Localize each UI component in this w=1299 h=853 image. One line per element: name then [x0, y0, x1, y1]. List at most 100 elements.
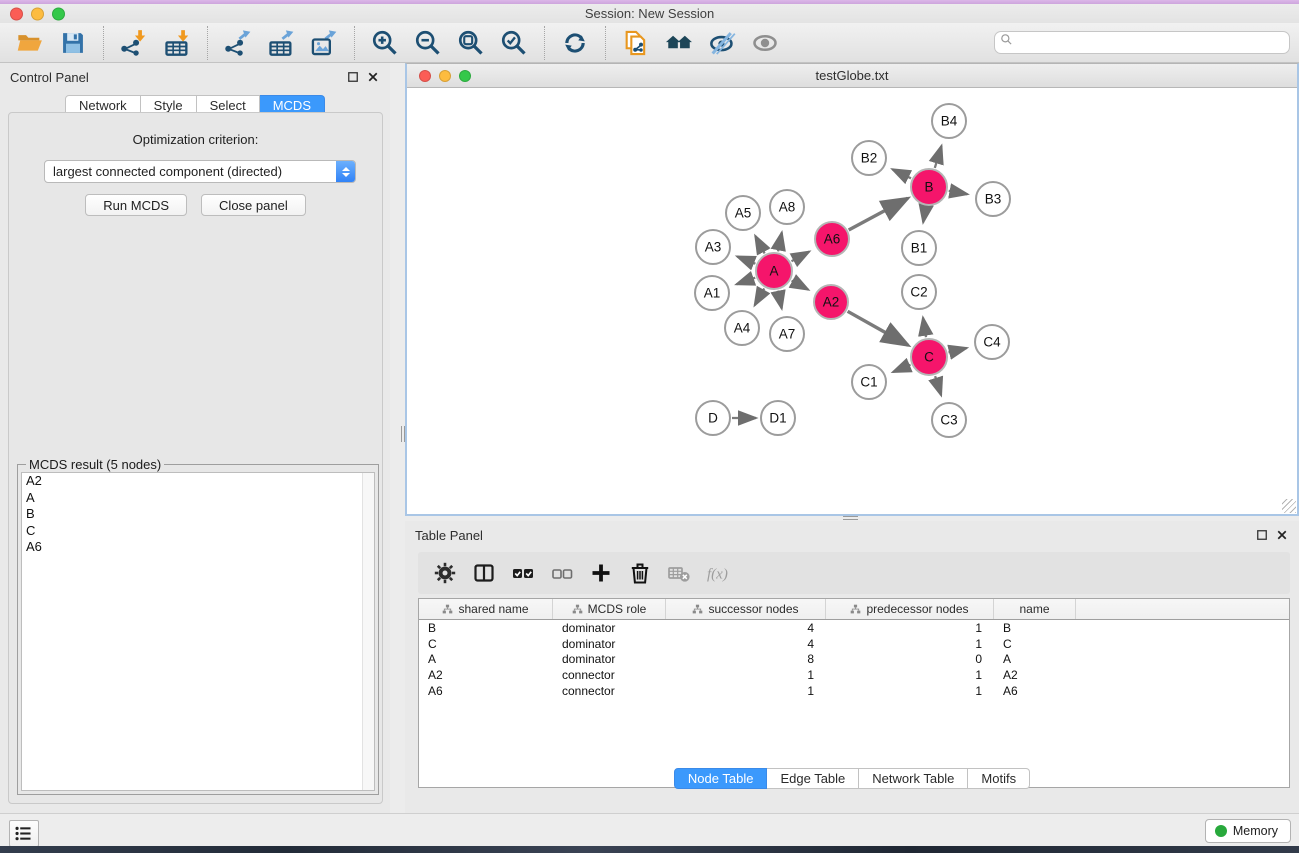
open-folder-button[interactable]: [15, 28, 45, 58]
network-window-titlebar[interactable]: testGlobe.txt: [407, 64, 1297, 88]
export-network-button[interactable]: [223, 28, 253, 58]
graph-edge-A-A1: [737, 278, 756, 285]
result-list-item[interactable]: A6: [22, 539, 374, 556]
resize-grip-icon[interactable]: [1282, 499, 1296, 513]
gear-button[interactable]: [433, 560, 459, 586]
refresh-button[interactable]: [560, 28, 590, 58]
graph-node-B2[interactable]: B2: [852, 141, 886, 175]
table-panel: Table Panel f(x) shared nameMCDS rolesuc…: [405, 521, 1299, 813]
criterion-dropdown[interactable]: largest connected component (directed): [44, 160, 356, 183]
tab-edge-table[interactable]: Edge Table: [767, 768, 859, 789]
memory-button[interactable]: Memory: [1205, 819, 1291, 843]
float-panel-icon[interactable]: [1256, 529, 1269, 542]
mcds-result-title: MCDS result (5 nodes): [26, 457, 164, 472]
zoom-in-button[interactable]: [370, 28, 400, 58]
frame-zoom-button[interactable]: [459, 70, 471, 82]
search-input[interactable]: [1015, 33, 1289, 52]
zoom-fit-button[interactable]: [456, 28, 486, 58]
save-button[interactable]: [58, 28, 88, 58]
graph-node-C4[interactable]: C4: [975, 325, 1009, 359]
svg-text:C4: C4: [983, 335, 1001, 350]
table-tabs: Node TableEdge TableNetwork TableMotifs: [405, 768, 1299, 789]
graph-node-A6[interactable]: A6: [815, 222, 849, 256]
close-panel-icon[interactable]: [1276, 529, 1289, 542]
graph-node-B4[interactable]: B4: [932, 104, 966, 138]
minimize-window-button[interactable]: [31, 7, 44, 20]
table-row-A[interactable]: Adominator80A: [419, 651, 1289, 667]
node-table: shared nameMCDS rolesuccessor nodesprede…: [418, 598, 1290, 788]
zoom-out-button[interactable]: [413, 28, 443, 58]
graph-edge-C-C2: [923, 318, 926, 338]
float-panel-icon[interactable]: [347, 71, 360, 84]
graph-edge-A-A8: [778, 233, 782, 252]
result-list-item[interactable]: A: [22, 490, 374, 507]
select-checks-button[interactable]: [511, 560, 537, 586]
graph-node-C[interactable]: C: [911, 339, 947, 375]
vertical-splitter-handle[interactable]: [401, 426, 407, 442]
table-row-A2[interactable]: A2connector11A2: [419, 667, 1289, 683]
network-canvas[interactable]: B4 B2 B B3 A8 A5 A6 A3 B1 A C2 A1 A2 A4 A7 C4 C C1 D D1 C3: [407, 88, 1297, 514]
cell-name: B: [994, 620, 1076, 636]
result-scrollbar[interactable]: [362, 473, 374, 790]
split-columns-icon: [472, 561, 498, 585]
result-list-item[interactable]: C: [22, 523, 374, 540]
close-panel-button[interactable]: Close panel: [201, 194, 306, 216]
export-table-button[interactable]: [266, 28, 296, 58]
table-row-C[interactable]: Cdominator41C: [419, 636, 1289, 652]
tab-motifs[interactable]: Motifs: [968, 768, 1030, 789]
zoom-selected-button[interactable]: [499, 28, 529, 58]
show-graphics-button[interactable]: [750, 28, 780, 58]
graph-node-B[interactable]: B: [911, 169, 947, 205]
graph-node-A[interactable]: A: [756, 253, 792, 289]
horizontal-splitter-handle[interactable]: [843, 516, 858, 520]
desktop-background: [0, 846, 1299, 853]
graph-node-B1[interactable]: B1: [902, 231, 936, 265]
result-list-item[interactable]: A2: [22, 473, 374, 490]
graph-node-D[interactable]: D: [696, 401, 730, 435]
graph-node-A2[interactable]: A2: [814, 285, 848, 319]
add-column-button[interactable]: [589, 560, 615, 586]
frame-minimize-button[interactable]: [439, 70, 451, 82]
graph-node-A8[interactable]: A8: [770, 190, 804, 224]
split-columns-button[interactable]: [472, 560, 498, 586]
graph-edge-B-B1: [923, 207, 926, 223]
column-header-successor-nodes[interactable]: successor nodes: [666, 599, 826, 619]
column-header-MCDS-role[interactable]: MCDS role: [553, 599, 666, 619]
column-header-shared-name[interactable]: shared name: [419, 599, 553, 619]
hide-graphics-button[interactable]: [707, 28, 737, 58]
cell-MCDS-role: dominator: [553, 620, 666, 636]
graph-node-A4[interactable]: A4: [725, 311, 759, 345]
table-row-B[interactable]: Bdominator41B: [419, 620, 1289, 636]
svg-text:A6: A6: [824, 232, 841, 247]
run-mcds-button[interactable]: Run MCDS: [85, 194, 187, 216]
zoom-window-button[interactable]: [52, 7, 65, 20]
show-panels-button[interactable]: [9, 820, 39, 847]
graph-node-C3[interactable]: C3: [932, 403, 966, 437]
graph-node-C1[interactable]: C1: [852, 365, 886, 399]
delete-button[interactable]: [628, 560, 654, 586]
export-image-button[interactable]: [309, 28, 339, 58]
graph-node-A1[interactable]: A1: [695, 276, 729, 310]
tree-icon: [442, 604, 453, 615]
tab-node-table[interactable]: Node Table: [674, 768, 768, 789]
import-network-button[interactable]: [119, 28, 149, 58]
graph-node-A7[interactable]: A7: [770, 317, 804, 351]
graph-node-B3[interactable]: B3: [976, 182, 1010, 216]
close-panel-icon[interactable]: [367, 71, 380, 84]
graph-node-A3[interactable]: A3: [696, 230, 730, 264]
copy-network-button[interactable]: [621, 28, 651, 58]
tab-network-table[interactable]: Network Table: [859, 768, 968, 789]
frame-close-button[interactable]: [419, 70, 431, 82]
unselect-checks-button[interactable]: [550, 560, 576, 586]
column-header-name[interactable]: name: [994, 599, 1076, 619]
graph-node-D1[interactable]: D1: [761, 401, 795, 435]
svg-text:B2: B2: [861, 151, 878, 166]
close-window-button[interactable]: [10, 7, 23, 20]
column-header-predecessor-nodes[interactable]: predecessor nodes: [826, 599, 994, 619]
table-row-A6[interactable]: A6connector11A6: [419, 683, 1289, 699]
home-button[interactable]: [664, 28, 694, 58]
result-list-item[interactable]: B: [22, 506, 374, 523]
graph-node-A5[interactable]: A5: [726, 196, 760, 230]
import-table-button[interactable]: [162, 28, 192, 58]
graph-node-C2[interactable]: C2: [902, 275, 936, 309]
